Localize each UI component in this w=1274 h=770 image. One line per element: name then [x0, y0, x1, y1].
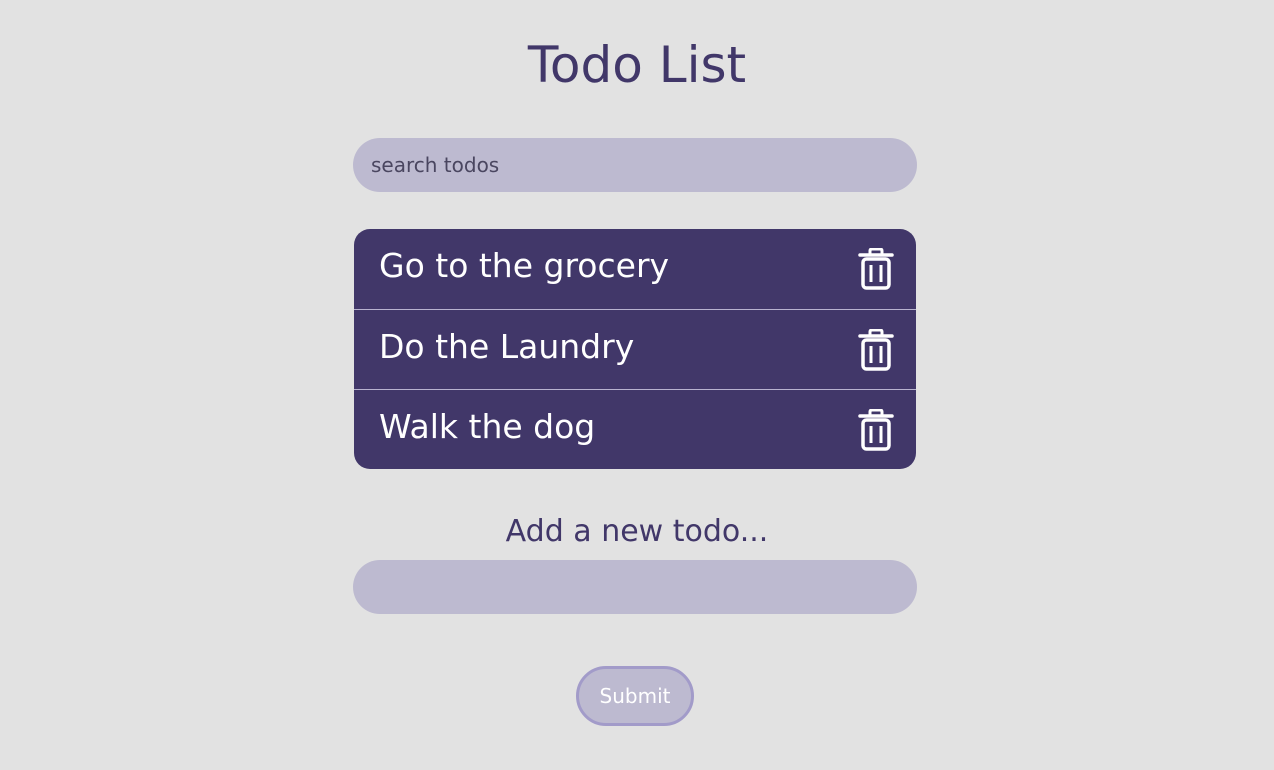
add-todo-label: Add a new todo...	[505, 514, 769, 549]
todo-list: Go to the grocery Do the Laundry Walk th…	[354, 229, 916, 469]
trash-icon[interactable]	[858, 248, 894, 290]
todo-text: Go to the grocery	[379, 246, 670, 285]
add-todo-input[interactable]	[353, 560, 917, 614]
trash-icon[interactable]	[858, 328, 894, 371]
page-title: Todo List	[527, 36, 747, 94]
trash-icon[interactable]	[858, 408, 894, 451]
todo-item: Do the Laundry	[354, 309, 916, 389]
todo-text: Do the Laundry	[379, 326, 635, 366]
search-input[interactable]	[353, 138, 917, 192]
todo-text: Walk the dog	[379, 406, 596, 446]
todo-item: Walk the dog	[354, 389, 916, 469]
submit-button[interactable]: Submit	[576, 666, 694, 726]
todo-item: Go to the grocery	[354, 229, 916, 309]
